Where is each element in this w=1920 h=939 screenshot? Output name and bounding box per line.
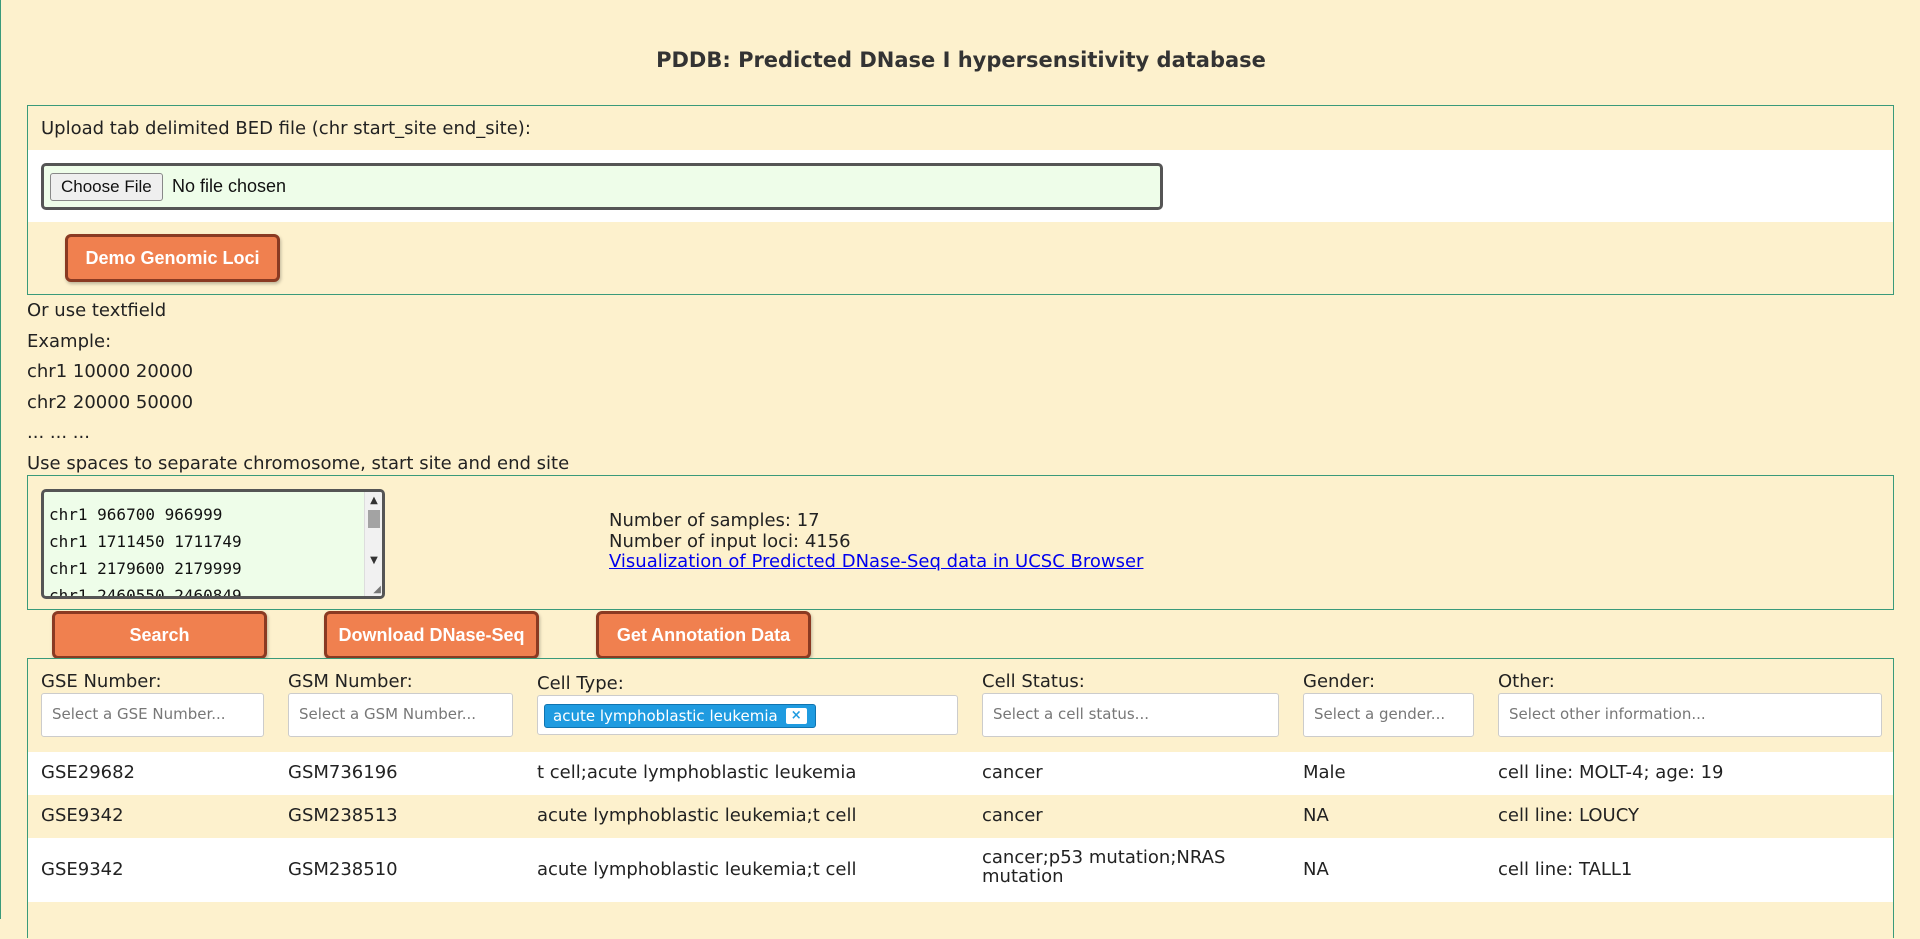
resize-grip-icon[interactable]: ◢ [373,584,381,595]
status-cell: cancer [982,805,1043,826]
table-row[interactable] [28,902,1893,939]
gse-cell: GSE9342 [41,859,124,880]
loci-lines: chr1 966700 966999 chr1 1711450 1711749 ch… [49,501,242,599]
instructions: Or use textfield Example: chr1 10000 200… [27,296,569,479]
example-ellipsis: ... ... ... [27,422,90,443]
loci-line: chr1 2460550 2460849 [49,586,242,599]
samples-count: Number of samples: 17 [609,510,820,531]
file-input[interactable]: Choose File No file chosen [41,163,1163,210]
ucsc-browser-link[interactable]: Visualization of Predicted DNase-Seq dat… [609,551,1143,573]
cell-type-tag: acute lymphoblastic leukemia × [544,704,816,728]
gsm-filter-select[interactable]: Select a GSM Number... [288,693,513,737]
gse-filter-label: GSE Number: [41,671,162,692]
example-line: chr1 10000 20000 [27,361,194,382]
remove-tag-icon[interactable]: × [785,708,807,724]
scroll-thumb[interactable] [368,510,380,528]
choose-file-button[interactable]: Choose File [50,173,163,201]
gsm-filter-label: GSM Number: [288,671,413,692]
table-row[interactable]: GSE29682 GSM736196 t cell;acute lymphobl… [28,752,1893,795]
other-cell: cell line: MOLT-4; age: 19 [1498,762,1724,783]
loci-textarea[interactable]: chr1 966700 966999 chr1 1711450 1711749 ch… [41,489,385,599]
download-dnase-seq-button[interactable]: Download DNase-Seq [324,611,539,659]
status-line: mutation [982,866,1064,887]
demo-genomic-loci-button[interactable]: Demo Genomic Loci [65,234,280,282]
example-line: chr2 20000 50000 [27,391,194,413]
gse-cell: GSE29682 [41,762,136,783]
textfield-panel: chr1 966700 966999 chr1 1711450 1711749 ch… [27,475,1894,610]
upload-label: Upload tab delimited BED file (chr start… [41,118,531,139]
other-filter-label: Other: [1498,671,1555,692]
cell-type-cell: acute lymphoblastic leukemia;t cell [537,805,857,826]
status-cell: cancer;p53 mutation;NRAS mutation [982,848,1225,886]
scroll-down-icon[interactable]: ▼ [365,554,382,568]
upload-panel: Upload tab delimited BED file (chr start… [27,105,1894,295]
other-cell: cell line: TALL1 [1498,859,1633,880]
gender-filter-label: Gender: [1303,671,1376,692]
get-annotation-data-button[interactable]: Get Annotation Data [596,611,811,659]
other-cell: cell line: LOUCY [1498,805,1639,826]
cell-type-tag-label: acute lymphoblastic leukemia [553,707,778,725]
loci-line: chr1 966700 966999 [49,505,223,524]
gender-cell: NA [1303,859,1329,880]
gse-cell: GSE9342 [41,805,124,826]
other-filter-select[interactable]: Select other information... [1498,693,1882,737]
textarea-scrollbar[interactable]: ▲ ▼ [364,492,382,596]
page-title: PDDB: Predicted DNase I hypersensitivity… [656,48,1266,72]
table-row[interactable]: GSE9342 GSM238513 acute lymphoblastic le… [28,795,1893,838]
gsm-cell: GSM238513 [288,805,398,826]
example-label: Example: [27,330,112,352]
file-status: No file chosen [172,176,287,196]
loci-line: chr1 2179600 2179999 [49,559,242,578]
gender-cell: NA [1303,805,1329,826]
cell-type-cell: t cell;acute lymphoblastic leukemia [537,762,857,783]
cell-type-filter-select[interactable]: acute lymphoblastic leukemia × [537,695,958,735]
stats-block: Number of samples: 17 Number of input lo… [609,510,1143,573]
cell-status-filter-label: Cell Status: [982,671,1085,692]
gse-filter-select[interactable]: Select a GSE Number... [41,693,264,737]
loci-line: chr1 1711450 1711749 [49,532,242,551]
gender-cell: Male [1303,762,1346,783]
or-text: Or use textfield [27,300,167,321]
gender-filter-select[interactable]: Select a gender... [1303,693,1474,737]
gsm-cell: GSM736196 [288,762,398,783]
status-cell: cancer [982,762,1043,783]
gsm-cell: GSM238510 [288,859,398,880]
status-line: cancer;p53 mutation;NRAS [982,847,1226,868]
cell-type-filter-label: Cell Type: [537,673,624,694]
cell-status-filter-select[interactable]: Select a cell status... [982,693,1279,737]
cell-type-cell: acute lymphoblastic leukemia;t cell [537,859,857,880]
file-band: Choose File No file chosen [28,150,1893,222]
results-table: GSE Number: Select a GSE Number... GSM N… [27,658,1894,939]
search-button[interactable]: Search [52,611,267,659]
scroll-up-icon[interactable]: ▲ [365,494,382,508]
table-row[interactable]: GSE9342 GSM238510 acute lymphoblastic le… [28,838,1893,902]
loci-count: Number of input loci: 4156 [609,530,851,552]
